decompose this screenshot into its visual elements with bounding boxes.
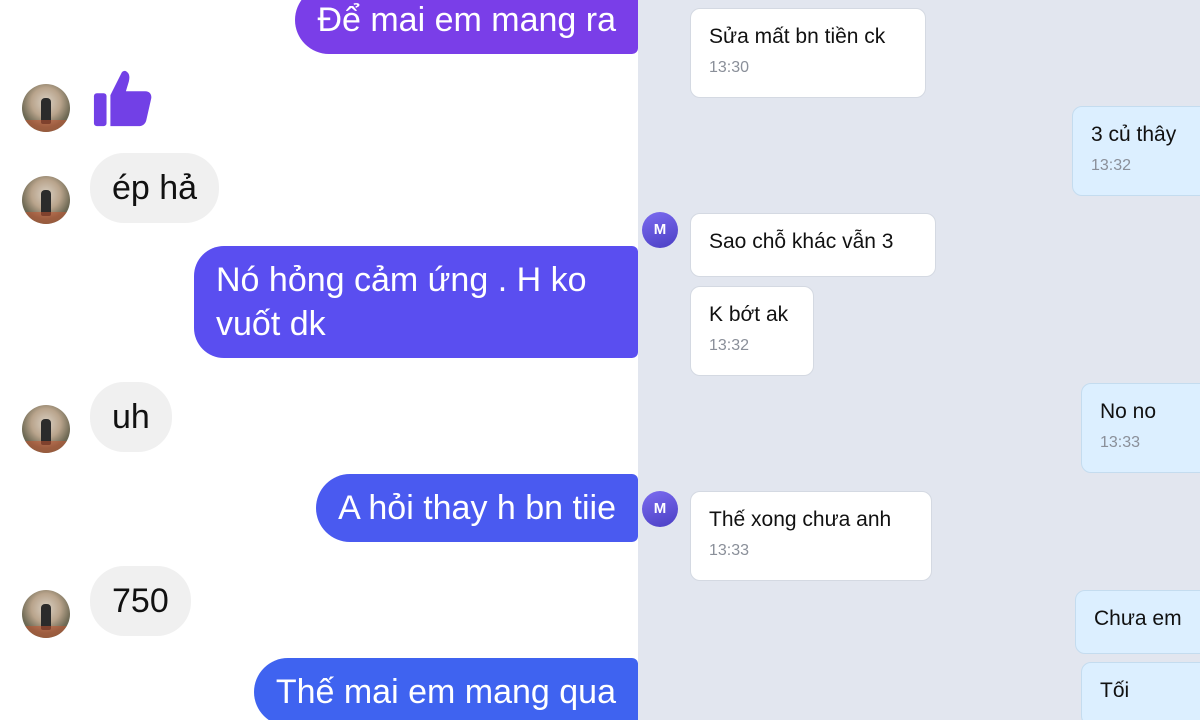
message-text: Thế mai em mang qua — [275, 673, 616, 711]
incoming-message[interactable]: Thế xong chưa anh 13:33 — [690, 491, 932, 581]
contact-avatar[interactable]: M — [642, 491, 678, 527]
message-text: Chưa em — [1094, 607, 1182, 630]
contact-avatar[interactable] — [22, 176, 70, 224]
contact-avatar[interactable] — [22, 590, 70, 638]
message-text: Sửa mất bn tiền ck — [709, 25, 886, 48]
outgoing-message[interactable]: 3 củ thây 13:32 — [1072, 106, 1200, 196]
message-time: 13:32 — [1091, 157, 1132, 174]
message-text: No no — [1100, 400, 1157, 423]
message-text: K bớt ak — [709, 303, 789, 326]
outgoing-message[interactable]: Tối — [1081, 662, 1200, 720]
outgoing-message[interactable]: Thế mai em mang qua — [253, 658, 638, 720]
message-text: Để mai em mang ra — [317, 1, 616, 39]
incoming-message[interactable]: Sao chỗ khác vẫn 3 — [690, 213, 936, 277]
incoming-message[interactable]: K bớt ak 13:32 — [690, 286, 814, 376]
message-text: uh — [112, 398, 150, 436]
contact-avatar[interactable] — [22, 405, 70, 453]
outgoing-message[interactable]: Nó hỏng cảm ứng . H ko vuốt dk — [194, 246, 638, 358]
thumbs-up-icon[interactable] — [92, 68, 154, 130]
message-text: ép hả — [112, 169, 198, 207]
contact-avatar[interactable] — [22, 84, 70, 132]
contact-avatar[interactable]: M — [642, 212, 678, 248]
screenshot-root: Để mai em mang ra ép hả Nó hỏng cảm ứng … — [0, 0, 1200, 720]
incoming-message[interactable]: ép hả — [90, 153, 220, 223]
messenger-conversation[interactable]: Để mai em mang ra ép hả Nó hỏng cảm ứng … — [0, 0, 638, 720]
outgoing-message[interactable]: A hỏi thay h bn tiie — [316, 474, 638, 542]
incoming-message[interactable]: Sửa mất bn tiền ck 13:30 — [690, 8, 926, 98]
outgoing-message[interactable]: No no 13:33 — [1081, 383, 1200, 473]
message-time: 13:33 — [709, 542, 750, 559]
outgoing-message[interactable]: Chưa em — [1075, 590, 1200, 654]
message-time: 13:32 — [709, 337, 750, 354]
zalo-conversation[interactable]: Sửa mất bn tiền ck 13:30 3 củ thây 13:32… — [638, 0, 1200, 720]
message-text: Nó hỏng cảm ứng . H ko vuốt dk — [216, 261, 587, 343]
message-text: 750 — [112, 582, 169, 620]
message-time: 13:30 — [709, 59, 750, 76]
message-text: Tối — [1100, 679, 1130, 702]
incoming-message[interactable]: 750 — [90, 566, 191, 636]
incoming-message[interactable]: uh — [90, 382, 172, 452]
message-time: 13:33 — [1100, 434, 1141, 451]
message-text: A hỏi thay h bn tiie — [338, 489, 616, 527]
message-text: Sao chỗ khác vẫn 3 — [709, 230, 894, 253]
outgoing-message[interactable]: Để mai em mang ra — [295, 0, 638, 54]
message-text: Thế xong chưa anh — [709, 508, 892, 531]
message-text: 3 củ thây — [1091, 123, 1177, 146]
